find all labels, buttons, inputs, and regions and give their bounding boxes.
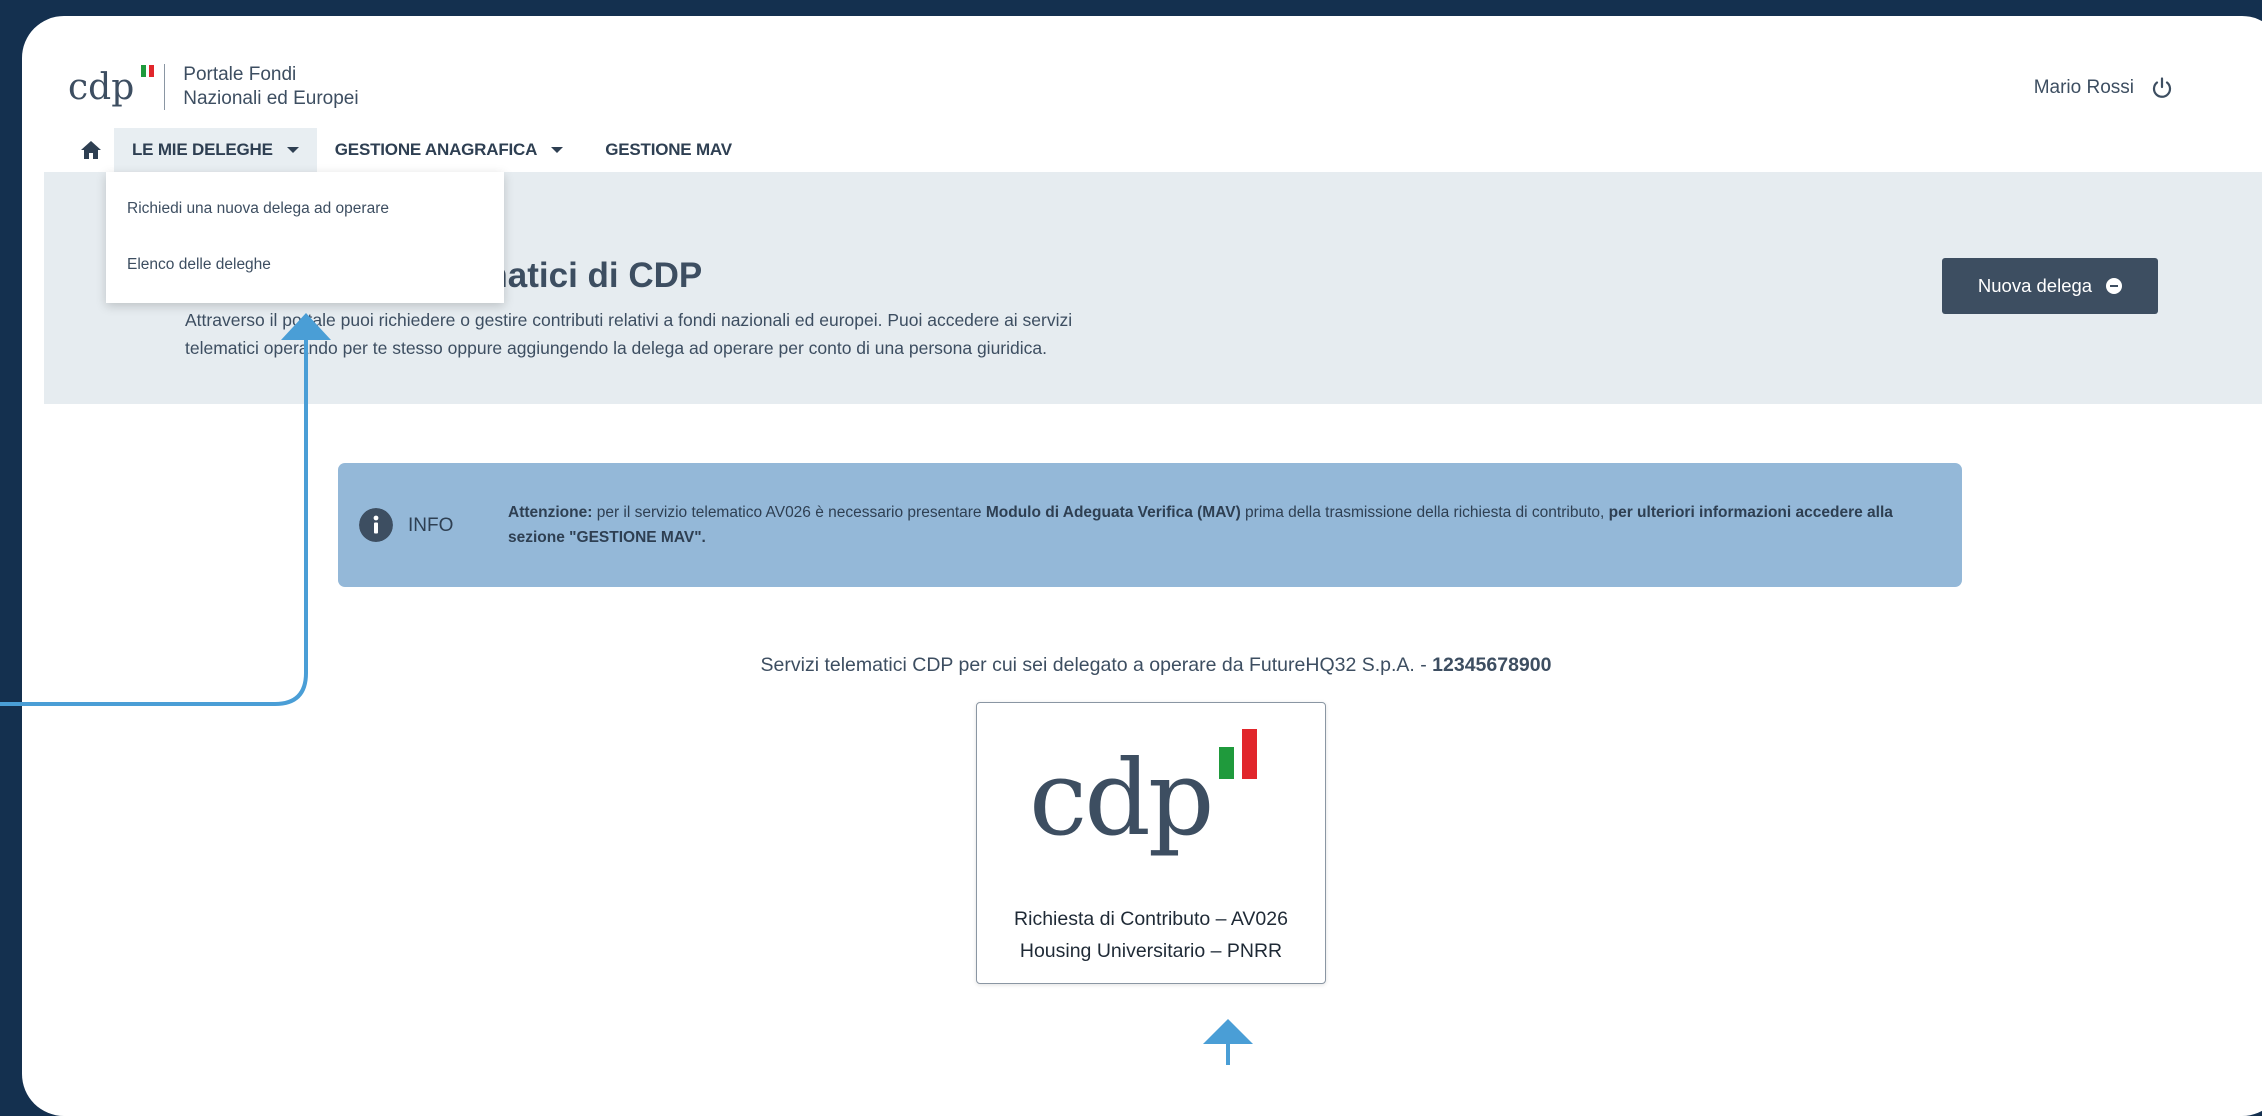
menu-item-nuova-delega[interactable]: Richiedi una nuova delega ad operare bbox=[127, 200, 389, 218]
deleghe-dropdown-menu: Richiedi una nuova delega ad operare Ele… bbox=[106, 172, 504, 303]
annotation-arrows bbox=[0, 313, 1253, 1065]
menu-item-elenco-deleghe[interactable]: Elenco delle deleghe bbox=[127, 256, 271, 274]
arrow-up-icon bbox=[281, 313, 331, 340]
annotation-line-dropdown bbox=[0, 335, 308, 706]
arrow-up-icon bbox=[1203, 1019, 1253, 1044]
